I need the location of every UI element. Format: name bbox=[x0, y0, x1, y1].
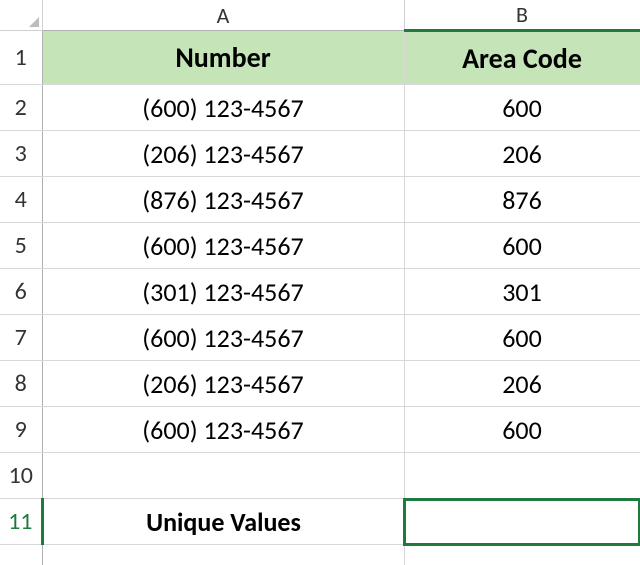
cell-B6[interactable]: 301 bbox=[404, 269, 640, 315]
row-6: 6 (301) 123-4567 301 bbox=[0, 269, 640, 315]
row-8: 8 (206) 123-4567 206 bbox=[0, 361, 640, 407]
cell-B8[interactable]: 206 bbox=[404, 361, 640, 407]
cell-A11[interactable]: Unique Values bbox=[42, 499, 404, 545]
cell-A5[interactable]: (600) 123-4567 bbox=[42, 223, 404, 269]
cell-A10[interactable] bbox=[42, 453, 404, 499]
cell-B3[interactable]: 206 bbox=[404, 131, 640, 177]
cell-A6[interactable]: (301) 123-4567 bbox=[42, 269, 404, 315]
cell-B4[interactable]: 876 bbox=[404, 177, 640, 223]
cell-B5[interactable]: 600 bbox=[404, 223, 640, 269]
cell-A8[interactable]: (206) 123-4567 bbox=[42, 361, 404, 407]
cell-B7[interactable]: 600 bbox=[404, 315, 640, 361]
spreadsheet: A B 1 Number Area Code 2 (600) 123-4567 … bbox=[0, 0, 640, 565]
row-header-3[interactable]: 3 bbox=[0, 131, 42, 177]
row-9: 9 (600) 123-4567 600 bbox=[0, 407, 640, 453]
row-12 bbox=[0, 545, 640, 565]
row-11: 11 Unique Values bbox=[0, 499, 640, 545]
row-3: 3 (206) 123-4567 206 bbox=[0, 131, 640, 177]
row-header-1[interactable]: 1 bbox=[0, 31, 42, 85]
select-all-corner[interactable] bbox=[0, 0, 42, 31]
row-header-8[interactable]: 8 bbox=[0, 361, 42, 407]
row-header-6[interactable]: 6 bbox=[0, 269, 42, 315]
column-header-A[interactable]: A bbox=[42, 0, 404, 31]
row-header-5[interactable]: 5 bbox=[0, 223, 42, 269]
cell-A1[interactable]: Number bbox=[42, 31, 404, 85]
cell-A7[interactable]: (600) 123-4567 bbox=[42, 315, 404, 361]
cell-B10[interactable] bbox=[404, 453, 640, 499]
row-4: 4 (876) 123-4567 876 bbox=[0, 177, 640, 223]
row-header-4[interactable]: 4 bbox=[0, 177, 42, 223]
row-header-9[interactable]: 9 bbox=[0, 407, 42, 453]
grid: A B 1 Number Area Code 2 (600) 123-4567 … bbox=[0, 0, 640, 565]
cell-B11[interactable] bbox=[404, 499, 640, 545]
cell-A3[interactable]: (206) 123-4567 bbox=[42, 131, 404, 177]
column-header-B[interactable]: B bbox=[404, 0, 640, 31]
row-10: 10 bbox=[0, 453, 640, 499]
cell-A4[interactable]: (876) 123-4567 bbox=[42, 177, 404, 223]
row-1: 1 Number Area Code bbox=[0, 31, 640, 85]
row-header-2[interactable]: 2 bbox=[0, 85, 42, 131]
cell-A9[interactable]: (600) 123-4567 bbox=[42, 407, 404, 453]
cell-B2[interactable]: 600 bbox=[404, 85, 640, 131]
cell-A2[interactable]: (600) 123-4567 bbox=[42, 85, 404, 131]
row-7: 7 (600) 123-4567 600 bbox=[0, 315, 640, 361]
cell-B1[interactable]: Area Code bbox=[404, 31, 640, 85]
row-header-12[interactable] bbox=[0, 545, 42, 565]
column-header-row: A B bbox=[0, 0, 640, 31]
row-header-10[interactable]: 10 bbox=[0, 453, 42, 499]
row-header-11[interactable]: 11 bbox=[0, 499, 42, 545]
cell-B12[interactable] bbox=[404, 545, 640, 565]
row-5: 5 (600) 123-4567 600 bbox=[0, 223, 640, 269]
cell-B9[interactable]: 600 bbox=[404, 407, 640, 453]
row-header-7[interactable]: 7 bbox=[0, 315, 42, 361]
row-2: 2 (600) 123-4567 600 bbox=[0, 85, 640, 131]
cell-A12[interactable] bbox=[42, 545, 404, 565]
